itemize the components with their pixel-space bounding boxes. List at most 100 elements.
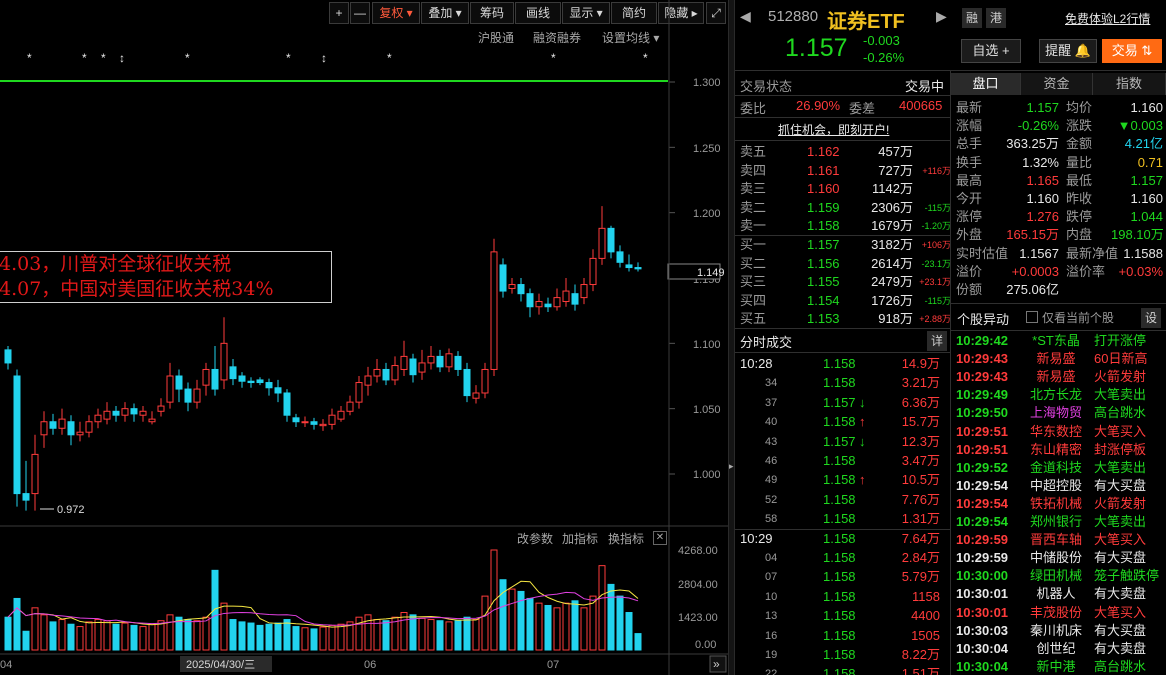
mover-stock-name[interactable]: 北方长龙 — [1024, 386, 1088, 404]
tick-volume: 1.31万 — [901, 511, 940, 527]
add-indicator-button[interactable]: 加指标 — [562, 530, 598, 548]
tick-row[interactable]: 13 1.158 4400 — [740, 607, 945, 625]
prev-stock-icon[interactable]: ◀ — [740, 8, 751, 25]
mover-row[interactable]: 10:29:43 新易盛 60日新高 — [956, 350, 1164, 368]
ticks-detail-button[interactable]: 详 — [927, 331, 947, 351]
stock-name[interactable]: 证券ETF — [827, 5, 905, 34]
tick-row[interactable]: 43 1.157 ↓ 12.3万 — [740, 433, 945, 451]
tick-row[interactable]: 22 1.158 1.51万 — [740, 665, 945, 675]
mover-row[interactable]: 10:29:52 金道科技 大笔卖出 — [956, 459, 1164, 477]
mover-row[interactable]: 10:30:04 新中港 高台跳水 — [956, 658, 1164, 675]
order-price: 1.155 — [807, 274, 840, 290]
tick-price: 1.158 — [823, 647, 856, 662]
tick-row[interactable]: 46 1.158 3.47万 — [740, 452, 945, 470]
tab-funds[interactable]: 资金 — [1021, 73, 1093, 95]
mover-row[interactable]: 10:30:01 丰茂股份 大笔买入 — [956, 604, 1164, 622]
mover-stock-name[interactable]: *ST东晶 — [1024, 332, 1088, 350]
order-row[interactable]: 买三 1.155 2479万 +23.1万 — [740, 273, 951, 291]
mover-stock-name[interactable]: 上海物贸 — [1024, 404, 1088, 422]
tick-row[interactable]: 04 1.158 2.84万 — [740, 549, 945, 567]
mover-row[interactable]: 10:30:01 机器人 有大卖盘 — [956, 585, 1164, 603]
tick-row[interactable]: 34 1.158 3.21万 — [740, 374, 945, 392]
free-l2-link[interactable]: 免费体验L2行情 — [1065, 10, 1150, 27]
mover-stock-name[interactable]: 新中港 — [1024, 658, 1088, 675]
mover-stock-name[interactable]: 中超控股 — [1024, 477, 1088, 495]
order-row[interactable]: 卖二 1.159 2306万 -115万 — [740, 199, 951, 217]
tick-volume: 3.47万 — [901, 453, 940, 468]
order-row[interactable]: 卖四 1.161 727万 +116万 — [740, 162, 951, 180]
mover-row[interactable]: 10:29:43 新易盛 火箭发射 — [956, 368, 1164, 386]
trade-button[interactable]: 交易 ⇅ — [1102, 39, 1162, 63]
mover-stock-name[interactable]: 绿田机械 — [1024, 567, 1088, 585]
mover-stock-name[interactable]: 机器人 — [1024, 585, 1088, 603]
mover-stock-name[interactable]: 晋西车轴 — [1024, 531, 1088, 549]
tick-row[interactable]: 37 1.157 ↓ 6.36万 — [740, 394, 945, 412]
tick-row[interactable]: 07 1.158 5.79万 — [740, 568, 945, 586]
kline-chart-panel[interactable]: + — 复权 ▾ 叠加 ▾ 筹码 画线 显示 ▾ 简约 隐藏 ▸ ⤢ 沪股通 融… — [0, 0, 728, 675]
mover-row[interactable]: 10:29:54 铁拓机械 火箭发射 — [956, 495, 1164, 513]
chart-annotation[interactable]: 4.03，川普对全球征收关税 4.07，中国对美国征收关税34% — [0, 251, 332, 303]
order-row[interactable]: 买四 1.154 1726万 -115万 — [740, 292, 951, 310]
mover-row[interactable]: 10:29:54 中超控股 有大买盘 — [956, 477, 1164, 495]
mover-stock-name[interactable]: 创世纪 — [1024, 640, 1088, 658]
mover-stock-name[interactable]: 金道科技 — [1024, 459, 1088, 477]
alert-button[interactable]: 提醒 🔔 — [1039, 39, 1097, 63]
mover-stock-name[interactable]: 秦川机床 — [1024, 622, 1088, 640]
volume-bar — [193, 620, 201, 651]
open-account-link[interactable]: 抓住机会，即刻开户! — [778, 121, 889, 138]
mover-stock-name[interactable]: 中储股份 — [1024, 549, 1088, 567]
tick-price: 1.158 — [823, 511, 856, 527]
tick-volume: 2.84万 — [901, 550, 940, 565]
edit-params-button[interactable]: 改参数 — [517, 530, 553, 548]
mover-row[interactable]: 10:29:49 北方长龙 大笔卖出 — [956, 386, 1164, 404]
close-indicator-icon[interactable]: ✕ — [653, 531, 667, 545]
mover-stock-name[interactable]: 新易盛 — [1024, 350, 1088, 368]
mover-stock-name[interactable]: 新易盛 — [1024, 368, 1088, 386]
mover-row[interactable]: 10:30:00 绿田机械 笼子触跌停 — [956, 567, 1164, 585]
tick-row[interactable]: 16 1.158 1505 — [740, 627, 945, 645]
volume-bar — [463, 616, 471, 651]
candlestick-chart[interactable]: * * * ↕ * * ↕ * * * 1.300 1.250 1.200 1.150 1.100… — [0, 0, 728, 675]
mover-stock-name[interactable]: 华东数控 — [1024, 423, 1088, 441]
tick-row[interactable]: 10:28 1.158 14.9万 — [740, 355, 945, 373]
order-row[interactable]: 买五 1.153 918万 +2.88万 — [740, 310, 951, 328]
candle-down — [130, 408, 138, 415]
mover-row[interactable]: 10:29:59 晋西车轴 大笔买入 — [956, 531, 1164, 549]
hk-badge-button[interactable]: 港 — [986, 8, 1006, 28]
mover-row[interactable]: 10:29:42 *ST东晶 打开涨停 — [956, 332, 1164, 350]
tab-index[interactable]: 指数 — [1093, 73, 1166, 95]
order-row[interactable]: 买二 1.156 2614万 -23.1万 — [740, 255, 951, 273]
movers-settings-button[interactable]: 设 — [1141, 308, 1161, 328]
order-row[interactable]: 卖五 1.162 457万 — [740, 143, 950, 161]
tick-row[interactable]: 19 1.158 8.22万 — [740, 646, 945, 664]
panel-divider[interactable]: ▸ — [728, 0, 735, 675]
mover-stock-name[interactable]: 郑州银行 — [1024, 513, 1088, 531]
order-row[interactable]: 买一 1.157 3182万 +106万 — [740, 236, 951, 254]
order-row[interactable]: 卖三 1.160 1142万 — [740, 180, 950, 198]
mover-row[interactable]: 10:29:51 东山精密 封涨停板 — [956, 441, 1164, 459]
candle-down — [238, 375, 246, 382]
only-current-checkbox[interactable] — [1026, 311, 1038, 323]
tick-row[interactable]: 40 1.158 ↑ 15.7万 — [740, 413, 945, 431]
mover-stock-name[interactable]: 铁拓机械 — [1024, 495, 1088, 513]
add-watchlist-button[interactable]: 自选 + — [961, 39, 1021, 63]
mover-row[interactable]: 10:29:59 中储股份 有大买盘 — [956, 549, 1164, 567]
collapse-handle-icon[interactable]: ▸ — [729, 458, 734, 474]
next-stock-icon[interactable]: ▶ — [936, 8, 947, 25]
order-row[interactable]: 卖一 1.158 1679万 -1.20万 — [740, 217, 951, 235]
tick-row[interactable]: 49 1.158 ↑ 10.5万 — [740, 471, 945, 489]
tick-row[interactable]: 58 1.158 1.31万 — [735, 510, 950, 531]
margin-badge-button[interactable]: 融 — [962, 8, 982, 28]
mover-row[interactable]: 10:29:54 郑州银行 大笔卖出 — [956, 513, 1164, 531]
mover-stock-name[interactable]: 东山精密 — [1024, 441, 1088, 459]
mover-row[interactable]: 10:30:03 秦川机床 有大买盘 — [956, 622, 1164, 640]
mover-row[interactable]: 10:29:51 华东数控 大笔买入 — [956, 423, 1164, 441]
tick-row[interactable]: 52 1.158 7.76万 — [740, 491, 945, 509]
tick-row[interactable]: 10 1.158 1158 — [740, 588, 945, 606]
tab-orderbook[interactable]: 盘口 — [951, 73, 1021, 95]
switch-indicator-button[interactable]: 换指标 — [608, 530, 644, 548]
tick-row[interactable]: 10:29 1.158 7.64万 — [740, 530, 945, 548]
mover-stock-name[interactable]: 丰茂股份 — [1024, 604, 1088, 622]
mover-row[interactable]: 10:30:04 创世纪 有大卖盘 — [956, 640, 1164, 658]
mover-row[interactable]: 10:29:50 上海物贸 高台跳水 — [956, 404, 1164, 422]
